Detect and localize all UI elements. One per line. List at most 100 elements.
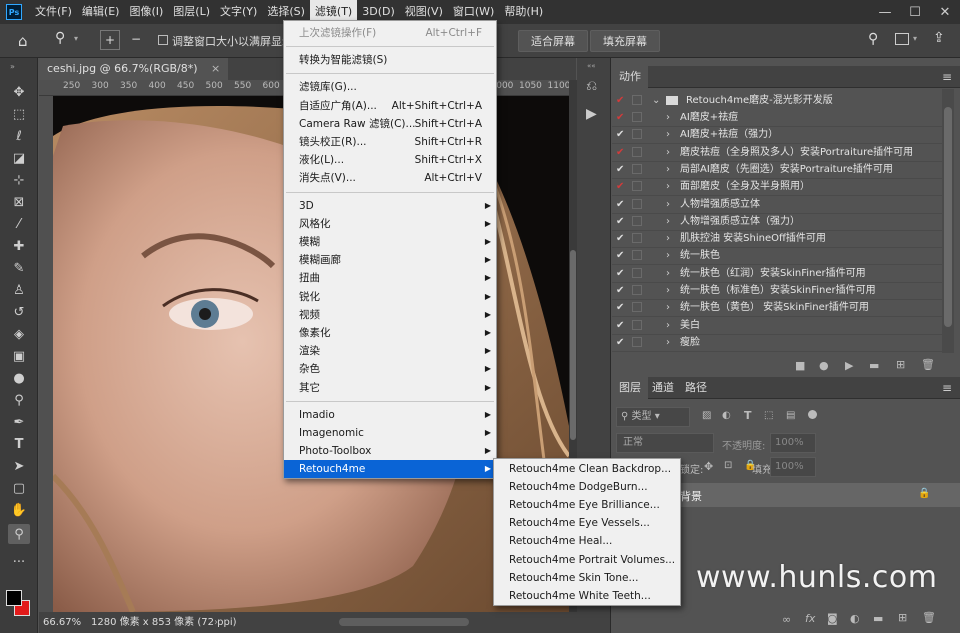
dialog-toggle-box[interactable] [632, 181, 642, 192]
filter-menu-item[interactable]: 模糊画廊 ▶ [284, 251, 496, 269]
check-icon[interactable]: ✔ [616, 334, 624, 351]
frame-tool-icon[interactable]: ⊠ [8, 192, 30, 212]
resize-windows-checkbox[interactable] [158, 35, 168, 45]
collapse-icon[interactable]: «« [587, 62, 596, 70]
brush-tool-icon[interactable]: ✎ [8, 258, 30, 278]
action-row[interactable]: ✔ › 人物增强质感立体 [612, 196, 942, 213]
document-tab[interactable]: ceshi.jpg @ 66.7%(RGB/8*) × [39, 58, 229, 80]
dialog-toggle-box[interactable] [632, 250, 642, 261]
chevron-down-icon[interactable]: ▾ [913, 34, 917, 43]
zoom-in-icon[interactable]: + [100, 30, 120, 50]
record-icon[interactable]: ● [819, 359, 829, 372]
filter-menu-item[interactable]: 其它 ▶ [284, 379, 496, 397]
action-row[interactable]: ✔ › AI磨皮+祛痘（强力） [612, 126, 942, 143]
more-tools-icon[interactable]: ··· [8, 552, 30, 572]
delete-icon[interactable]: 🗑 [922, 611, 936, 624]
chevron-right-icon[interactable]: › [666, 213, 670, 230]
dialog-toggle-box[interactable] [632, 285, 642, 295]
check-icon[interactable]: ✔ [616, 282, 624, 299]
adjustment-layer-icon[interactable]: ◐ [850, 612, 860, 625]
check-icon[interactable]: ✔ [616, 230, 624, 247]
menu-item[interactable]: 图像(I) [124, 0, 168, 24]
filter-type-icon[interactable]: T [744, 409, 752, 422]
zoom-level[interactable]: 66.67% [43, 612, 81, 633]
actions-scrollbar[interactable] [942, 89, 954, 353]
action-set-row[interactable]: ✔ ⌄ Retouch4me磨皮-混光影开发版 [612, 92, 942, 109]
chevron-down-icon[interactable]: ⌄ [652, 92, 660, 109]
share-icon[interactable]: ⇪ [933, 30, 945, 46]
filter-menu-item[interactable]: Retouch4me ▶ [284, 460, 496, 479]
chevron-right-icon[interactable]: › [666, 265, 670, 282]
layer-mask-icon[interactable]: ◙ [827, 612, 838, 625]
action-row[interactable]: ✔ › 面部磨皮（全身及半身照用） [612, 178, 942, 195]
new-set-folder-icon[interactable]: ▬ [869, 359, 879, 372]
action-row[interactable]: ✔ › AI磨皮+祛痘 [612, 109, 942, 126]
filter-menu-item[interactable]: 自适应广角(A)... Alt+Shift+Ctrl+A [284, 97, 496, 115]
scrollbar-thumb[interactable] [944, 107, 952, 327]
action-row[interactable]: ✔ › 瘦脸 [612, 334, 942, 351]
chevron-right-icon[interactable]: › [666, 299, 670, 316]
new-layer-icon[interactable]: ⊞ [898, 611, 907, 624]
zoom-tool-icon[interactable]: ⚲ [8, 524, 30, 544]
dialog-toggle-box[interactable] [632, 267, 642, 278]
home-icon[interactable]: ⌂ [18, 32, 28, 50]
link-layers-icon[interactable]: ∞ [782, 613, 791, 626]
submenu-item[interactable]: Retouch4me Clean Backdrop... [494, 460, 680, 478]
check-icon[interactable]: ✔ [616, 317, 624, 334]
layer-name[interactable]: 背景 [680, 488, 702, 504]
filter-menu-item[interactable]: 风格化 ▶ [284, 215, 496, 233]
filter-shape-icon[interactable]: ⬚ [764, 410, 773, 421]
close-tab-icon[interactable]: × [211, 62, 220, 75]
check-icon[interactable]: ✔ [616, 126, 624, 143]
filter-menu-item[interactable]: 上次滤镜操作(F) Alt+Ctrl+F [284, 24, 496, 42]
chevron-right-icon[interactable]: › [666, 247, 670, 264]
delete-icon[interactable]: 🗑 [921, 358, 935, 371]
hand-tool-icon[interactable]: ✋ [8, 500, 30, 520]
collapse-icon[interactable]: » [10, 62, 15, 71]
filter-menu-item[interactable]: Photo-Toolbox ▶ [284, 442, 496, 460]
horizontal-scrollbar[interactable] [339, 618, 469, 626]
type-tool-icon[interactable]: T [8, 434, 30, 454]
check-icon[interactable]: ✔ [616, 144, 624, 161]
menu-item[interactable]: 文件(F) [30, 0, 77, 24]
eraser-tool-icon[interactable]: ◈ [8, 324, 30, 344]
fill-field[interactable]: 100% [770, 457, 816, 477]
lasso-tool-icon[interactable]: ℓ [8, 126, 30, 146]
filter-menu-item[interactable]: 液化(L)... Shift+Ctrl+X [284, 151, 496, 169]
action-row[interactable]: ✔ › 局部AI磨皮（先圈选）安装Portraiture插件可用 [612, 161, 942, 178]
check-icon[interactable]: ✔ [616, 178, 624, 195]
chevron-right-icon[interactable]: › [666, 144, 670, 161]
path-selection-tool-icon[interactable]: ➤ [8, 456, 30, 476]
fill-screen-button[interactable]: 填充屏幕 [590, 30, 660, 52]
menu-item[interactable]: 帮助(H) [499, 0, 548, 24]
check-icon[interactable]: ✔ [616, 265, 624, 282]
lock-position-icon[interactable]: ✥ [704, 460, 713, 473]
dialog-toggle-box[interactable] [632, 215, 642, 226]
tab-paths[interactable]: 路径 [678, 377, 714, 399]
submenu-item[interactable]: Retouch4me Eye Vessels... [494, 514, 680, 532]
filter-menu-item[interactable]: 消失点(V)... Alt+Ctrl+V [284, 169, 496, 187]
filter-menu-item[interactable]: 渲染 ▶ [284, 342, 496, 360]
quick-select-tool-icon[interactable]: ◪ [8, 148, 30, 168]
check-icon[interactable]: ✔ [616, 247, 624, 264]
clone-stamp-tool-icon[interactable]: ♙ [8, 280, 30, 300]
scrollbar-thumb[interactable] [570, 250, 576, 440]
check-icon[interactable]: ✔ [616, 92, 624, 109]
chevron-right-icon[interactable]: › [666, 196, 670, 213]
chevron-right-icon[interactable]: › [666, 317, 670, 334]
opacity-field[interactable]: 100% [770, 433, 816, 453]
search-icon[interactable]: ⚲ [868, 31, 878, 47]
shape-tool-icon[interactable]: ▢ [8, 478, 30, 498]
submenu-item[interactable]: Retouch4me Heal... [494, 532, 680, 550]
workspace-icon[interactable] [895, 33, 909, 45]
submenu-item[interactable]: Retouch4me DodgeBurn... [494, 478, 680, 496]
submenu-item[interactable]: Retouch4me Portrait Volumes... [494, 551, 680, 569]
filter-toggle-icon[interactable] [808, 410, 817, 419]
action-row[interactable]: ✔ › 统一肤色（黄色） 安装SkinFiner插件可用 [612, 299, 942, 316]
eyedropper-tool-icon[interactable]: ⁄ [8, 214, 30, 234]
blur-tool-icon[interactable]: ● [8, 368, 30, 388]
filter-adjustment-icon[interactable]: ◐ [722, 410, 731, 421]
tab-layers[interactable]: 图层 [612, 377, 648, 399]
action-row[interactable]: ✔ › 肌肤控油 安装ShineOff插件可用 [612, 230, 942, 247]
filter-menu-item[interactable]: 模糊 ▶ [284, 233, 496, 251]
